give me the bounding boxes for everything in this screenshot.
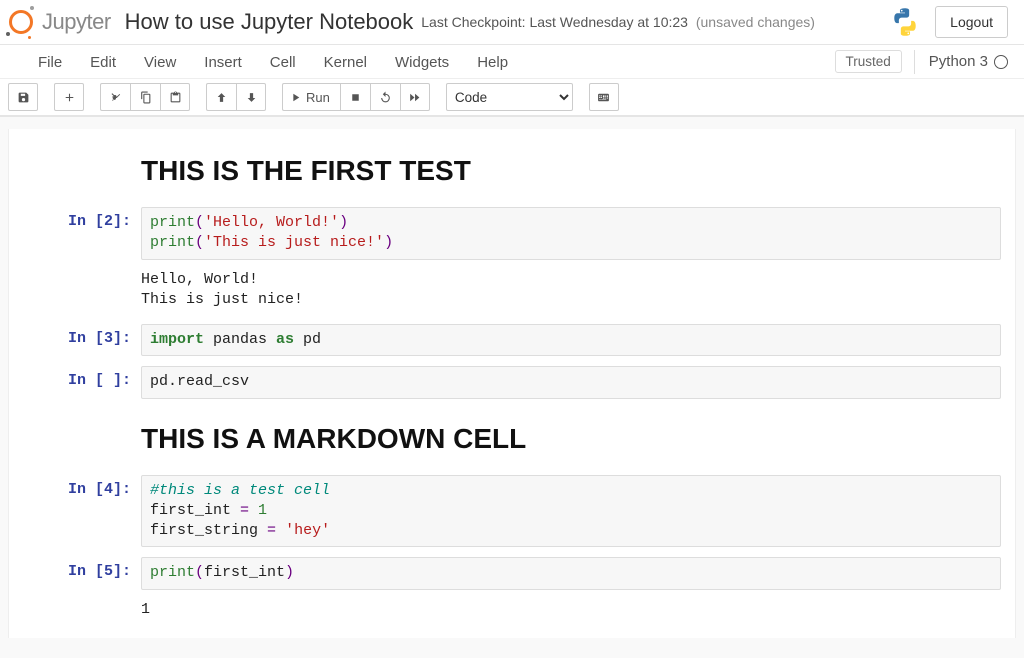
markdown-heading: THIS IS A MARKDOWN CELL — [141, 423, 1001, 455]
plus-icon — [63, 91, 76, 104]
markdown-cell[interactable]: THIS IS THE FIRST TEST — [23, 141, 1001, 197]
code-input[interactable]: pd.read_csv — [141, 366, 1001, 398]
stop-icon — [349, 91, 362, 104]
cut-icon — [109, 91, 122, 104]
markdown-cell[interactable]: THIS IS A MARKDOWN CELL — [23, 409, 1001, 465]
kernel-indicator[interactable]: Python 3 — [914, 50, 1008, 74]
menu-help[interactable]: Help — [463, 45, 522, 78]
prompt — [23, 141, 141, 197]
markdown-heading: THIS IS THE FIRST TEST — [141, 155, 1001, 187]
code-cell[interactable]: In [4]:#this is a test cell first_int = … — [23, 475, 1001, 548]
header: Jupyter How to use Jupyter Notebook Last… — [0, 0, 1024, 45]
cell-body: print(first_int)1 — [141, 557, 1001, 624]
kernel-status-icon — [994, 55, 1008, 69]
keyboard-icon — [597, 91, 610, 104]
code-cell[interactable]: In [2]:print('Hello, World!') print('Thi… — [23, 207, 1001, 314]
command-palette-button[interactable] — [589, 83, 619, 111]
python-icon — [891, 8, 919, 36]
code-output: Hello, World! This is just nice! — [141, 260, 1001, 315]
cell-body: #this is a test cell first_int = 1 first… — [141, 475, 1001, 548]
code-input[interactable]: #this is a test cell first_int = 1 first… — [141, 475, 1001, 548]
save-button[interactable] — [8, 83, 38, 111]
unsaved-label: (unsaved changes) — [696, 14, 815, 30]
copy-button[interactable] — [130, 83, 160, 111]
code-input[interactable]: print(first_int) — [141, 557, 1001, 589]
cell-body: THIS IS THE FIRST TEST — [141, 141, 1001, 197]
menu-kernel[interactable]: Kernel — [310, 45, 381, 78]
prompt: In [2]: — [23, 207, 141, 314]
code-cell[interactable]: In [3]:import pandas as pd — [23, 324, 1001, 356]
cell-type-select[interactable]: Code Markdown Raw NBConvert Heading — [446, 83, 573, 111]
notebook-title[interactable]: How to use Jupyter Notebook — [125, 9, 414, 35]
copy-icon — [139, 91, 152, 104]
cell-body: THIS IS A MARKDOWN CELL — [141, 409, 1001, 465]
move-group — [206, 83, 266, 111]
trusted-badge[interactable]: Trusted — [835, 50, 902, 73]
notebook-area: THIS IS THE FIRST TESTIn [2]:print('Hell… — [0, 116, 1024, 658]
arrow-down-icon — [245, 91, 258, 104]
cell-body: pd.read_csv — [141, 366, 1001, 398]
paste-icon — [169, 91, 182, 104]
menubar: File Edit View Insert Cell Kernel Widget… — [0, 45, 1024, 78]
run-all-button[interactable] — [400, 83, 430, 111]
move-up-button[interactable] — [206, 83, 236, 111]
prompt: In [5]: — [23, 557, 141, 624]
menu-insert[interactable]: Insert — [190, 45, 256, 78]
menu-file[interactable]: File — [24, 45, 76, 78]
menu-edit[interactable]: Edit — [76, 45, 130, 78]
prompt — [23, 409, 141, 465]
run-button[interactable]: Run — [282, 83, 340, 111]
run-label: Run — [306, 90, 330, 105]
code-input[interactable]: print('Hello, World!') print('This is ju… — [141, 207, 1001, 260]
save-icon — [17, 91, 30, 104]
code-cell[interactable]: In [ ]:pd.read_csv — [23, 366, 1001, 398]
arrow-up-icon — [215, 91, 228, 104]
run-group: Run — [282, 83, 430, 111]
menu-cell[interactable]: Cell — [256, 45, 310, 78]
toolbar: Run Code Markdown Raw NBConvert Heading — [0, 78, 1024, 115]
fast-forward-icon — [408, 91, 421, 104]
jupyter-logo[interactable]: Jupyter — [6, 7, 111, 37]
code-output: 1 — [141, 590, 1001, 624]
jupyter-wordmark: Jupyter — [42, 9, 111, 35]
clipboard-group — [100, 83, 190, 111]
jupyter-icon — [6, 7, 36, 37]
prompt: In [ ]: — [23, 366, 141, 398]
kernel-name: Python 3 — [929, 53, 988, 70]
restart-icon — [379, 91, 392, 104]
menubar-container: File Edit View Insert Cell Kernel Widget… — [0, 45, 1024, 116]
prompt: In [3]: — [23, 324, 141, 356]
play-icon — [289, 91, 302, 104]
menu-widgets[interactable]: Widgets — [381, 45, 463, 78]
cell-body: print('Hello, World!') print('This is ju… — [141, 207, 1001, 314]
menu-view[interactable]: View — [130, 45, 190, 78]
move-down-button[interactable] — [236, 83, 266, 111]
stop-button[interactable] — [340, 83, 370, 111]
paste-button[interactable] — [160, 83, 190, 111]
cell-body: import pandas as pd — [141, 324, 1001, 356]
code-cell[interactable]: In [5]:print(first_int)1 — [23, 557, 1001, 624]
add-cell-button[interactable] — [54, 83, 84, 111]
logout-button[interactable]: Logout — [935, 6, 1008, 38]
restart-button[interactable] — [370, 83, 400, 111]
cut-button[interactable] — [100, 83, 130, 111]
notebook-page[interactable]: THIS IS THE FIRST TESTIn [2]:print('Hell… — [8, 129, 1016, 638]
code-input[interactable]: import pandas as pd — [141, 324, 1001, 356]
prompt: In [4]: — [23, 475, 141, 548]
checkpoint-label: Last Checkpoint: Last Wednesday at 10:23 — [421, 14, 688, 30]
